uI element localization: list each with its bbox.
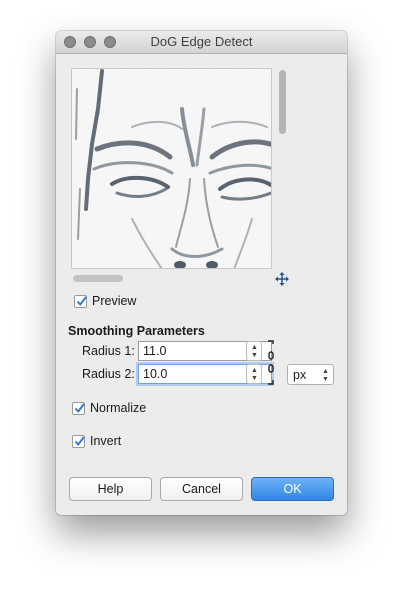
stepper-up-icon[interactable]: ▲	[251, 367, 258, 374]
radius2-value: 10.0	[143, 367, 168, 381]
preview-checkbox[interactable]	[74, 295, 87, 308]
horizontal-scroll-thumb[interactable]	[73, 275, 123, 282]
ok-button[interactable]: OK	[251, 477, 334, 501]
invert-checkbox[interactable]	[72, 435, 85, 448]
stepper-down-icon[interactable]: ▼	[251, 352, 258, 359]
stepper-up-icon[interactable]: ▲	[251, 344, 258, 351]
chain-link-icon[interactable]	[266, 340, 276, 385]
checkmark-icon	[74, 436, 85, 447]
window-title: DoG Edge Detect	[150, 34, 253, 49]
chevron-down-icon: ▼	[322, 376, 329, 383]
vertical-scroll-thumb[interactable]	[279, 70, 286, 134]
radius1-stepper[interactable]: ▲ ▼	[246, 341, 262, 361]
navigate-move-icon[interactable]	[275, 272, 289, 286]
checkmark-icon	[74, 403, 85, 414]
radius1-value: 11.0	[143, 344, 167, 358]
invert-label[interactable]: Invert	[90, 434, 121, 448]
cancel-button[interactable]: Cancel	[160, 477, 243, 501]
preview-image[interactable]	[71, 68, 272, 269]
unit-select[interactable]: px ▲ ▼	[287, 364, 334, 385]
preview-horizontal-scrollbar[interactable]	[71, 274, 272, 283]
checkmark-icon	[76, 296, 87, 307]
stepper-down-icon[interactable]: ▼	[251, 375, 258, 382]
help-button[interactable]: Help	[69, 477, 152, 501]
smoothing-parameters-heading: Smoothing Parameters	[68, 324, 205, 338]
normalize-checkbox[interactable]	[72, 402, 85, 415]
unit-value: px	[293, 368, 307, 382]
edge-detected-face-image	[72, 69, 271, 268]
radius2-stepper[interactable]: ▲ ▼	[246, 364, 262, 384]
preview-vertical-scrollbar[interactable]	[278, 68, 287, 269]
dog-edge-detect-dialog: DoG Edge Detect Preview Smoothing Parame…	[56, 31, 347, 515]
title-bar[interactable]: DoG Edge Detect	[56, 31, 347, 54]
radius1-label: Radius 1:	[82, 344, 135, 358]
chevron-up-icon: ▲	[322, 368, 329, 375]
preview-label[interactable]: Preview	[92, 294, 136, 308]
normalize-label[interactable]: Normalize	[90, 401, 146, 415]
radius2-label: Radius 2:	[82, 367, 135, 381]
